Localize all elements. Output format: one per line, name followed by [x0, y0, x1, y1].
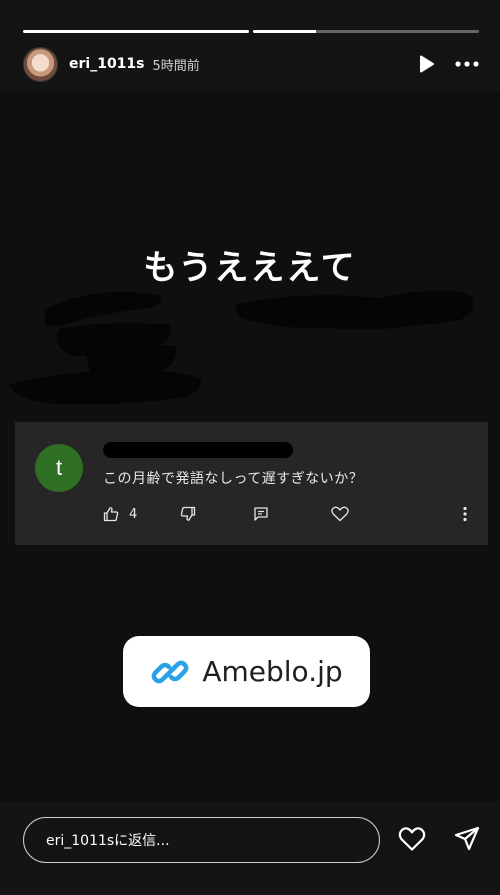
progress-segment-2 [253, 30, 479, 33]
heart-icon [398, 827, 426, 851]
heart-icon [331, 506, 349, 522]
reply-input[interactable]: eri_1011sに返信... [23, 817, 380, 863]
comment-card: t この月齢で発語なしって遅すぎないか？ 4 [15, 422, 488, 545]
heart-action [331, 506, 349, 522]
footer-actions [398, 826, 480, 852]
like-story-button[interactable] [398, 826, 426, 852]
like-count: 4 [129, 506, 138, 522]
avatar[interactable] [23, 46, 58, 82]
redacted-commenter-name [103, 442, 293, 458]
link-sticker[interactable]: Ameblo.jp [123, 636, 370, 707]
reply-action [253, 506, 269, 522]
send-icon [454, 826, 480, 851]
progress-segment-1 [23, 30, 249, 33]
play-button[interactable] [419, 55, 435, 73]
story-progress-bar [23, 30, 479, 33]
username[interactable]: eri_1011s [69, 56, 145, 72]
story-header: eri_1011s 5時間前 [23, 46, 479, 82]
redaction-scribble [8, 290, 474, 405]
story-viewer: eri_1011s 5時間前 もうえええて t この月齢で発語なしって遅すぎない… [0, 0, 500, 895]
comment-actions: 4 [103, 506, 473, 526]
comment-avatar: t [35, 444, 83, 492]
comment-text: この月齢で発語なしって遅すぎないか？ [103, 471, 364, 487]
dislike-action [180, 506, 196, 522]
post-time: 5時間前 [152, 58, 200, 74]
progress-fill-2 [253, 30, 317, 33]
more-vertical-icon [463, 506, 467, 522]
thumbs-down-icon [180, 506, 196, 521]
like-action: 4 [103, 506, 137, 522]
link-icon [151, 660, 189, 683]
comment-more-action [463, 506, 467, 522]
progress-fill-1 [23, 30, 249, 33]
share-button[interactable] [454, 826, 480, 852]
header-actions [419, 55, 479, 73]
link-text: Ameblo.jp [202, 655, 343, 688]
more-horizontal-icon [455, 61, 479, 67]
more-options-button[interactable] [455, 61, 479, 67]
reply-placeholder: eri_1011sに返信... [46, 833, 170, 849]
thumbs-up-icon [103, 507, 119, 522]
play-icon [420, 55, 434, 73]
reply-icon [254, 507, 268, 521]
